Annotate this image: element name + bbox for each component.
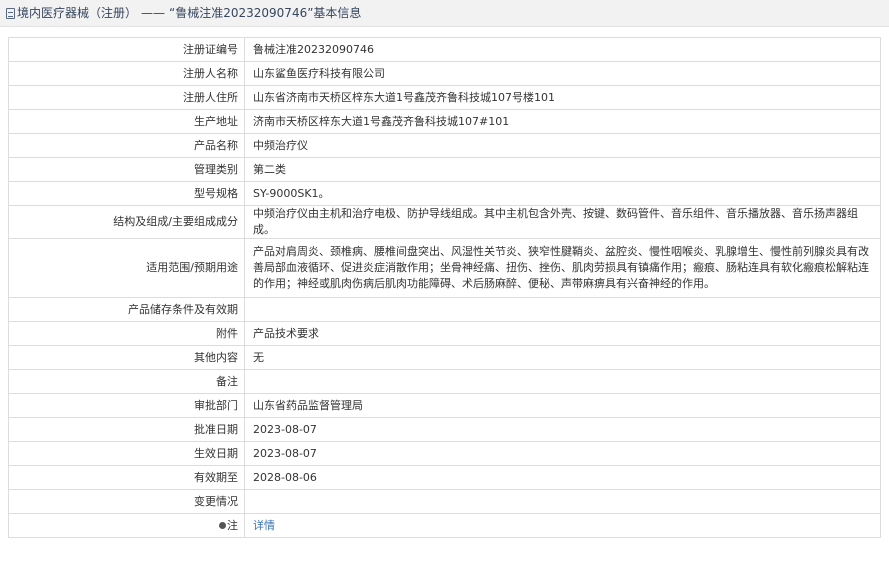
row-value: SY-9000SK1。 [244,181,881,206]
table-row: 生产地址 济南市天桥区梓东大道1号鑫茂齐鲁科技城107#101 [8,109,881,134]
row-value: 2023-08-07 [244,417,881,442]
table-row: 批准日期 2023-08-07 [8,417,881,442]
table-row: 附件 产品技术要求 [8,321,881,346]
row-label: 变更情况 [8,489,245,514]
row-value: 济南市天桥区梓东大道1号鑫茂齐鲁科技城107#101 [244,109,881,134]
table-row: 产品名称 中频治疗仪 [8,133,881,158]
table-row: 结构及组成/主要组成成分 中频治疗仪由主机和治疗电极、防护导线组成。其中主机包含… [8,205,881,239]
note-label-text: 注 [227,518,238,532]
row-label: 备注 [8,369,245,394]
row-value: 中频治疗仪 [244,133,881,158]
table-row: 产品储存条件及有效期 [8,297,881,322]
row-value: 2028-08-06 [244,465,881,490]
header-separator: —— [141,6,166,20]
row-value: 山东省济南市天桥区梓东大道1号鑫茂齐鲁科技城107号楼101 [244,85,881,110]
bullet-icon [219,521,226,529]
note-value: 详情 [244,513,881,538]
table-row: 注册证编号 鲁械注准20232090746 [8,37,881,62]
row-label: 注册人名称 [8,61,245,86]
table-row: 注 详情 [8,513,881,538]
table-row: 备注 [8,369,881,394]
row-value: 无 [244,345,881,370]
row-value: 产品技术要求 [244,321,881,346]
row-label: 注册证编号 [8,37,245,62]
row-label: 其他内容 [8,345,245,370]
breadcrumb: 境内医疗器械（注册） [17,6,138,20]
table-row: 审批部门 山东省药品监督管理局 [8,393,881,418]
page-header: 境内医疗器械（注册） —— “鲁械注准20232090746”基本信息 [0,0,889,27]
row-value: 第二类 [244,157,881,182]
row-label: 生产地址 [8,109,245,134]
row-label: 适用范围/预期用途 [8,238,245,298]
row-label: 型号规格 [8,181,245,206]
row-label: 附件 [8,321,245,346]
note-label: 注 [8,513,245,538]
table-row: 注册人名称 山东鲨鱼医疗科技有限公司 [8,61,881,86]
table-row: 变更情况 [8,489,881,514]
row-value [244,369,881,394]
row-value: 山东鲨鱼医疗科技有限公司 [244,61,881,86]
row-label: 结构及组成/主要组成成分 [8,205,245,239]
row-label: 产品储存条件及有效期 [8,297,245,322]
table-row: 有效期至 2028-08-06 [8,465,881,490]
row-label: 批准日期 [8,417,245,442]
row-value: 鲁械注准20232090746 [244,37,881,62]
page-title: “鲁械注准20232090746”基本信息 [169,6,362,20]
row-value: 山东省药品监督管理局 [244,393,881,418]
table-row: 其他内容 无 [8,345,881,370]
table-row: 生效日期 2023-08-07 [8,441,881,466]
details-link[interactable]: 详情 [253,519,275,532]
row-label: 产品名称 [8,133,245,158]
table-row: 注册人住所 山东省济南市天桥区梓东大道1号鑫茂齐鲁科技城107号楼101 [8,85,881,110]
info-table: 注册证编号 鲁械注准20232090746 注册人名称 山东鲨鱼医疗科技有限公司… [8,37,881,538]
row-value [244,489,881,514]
row-label: 有效期至 [8,465,245,490]
row-label: 审批部门 [8,393,245,418]
row-label: 生效日期 [8,441,245,466]
row-label: 注册人住所 [8,85,245,110]
row-value [244,297,881,322]
row-value: 2023-08-07 [244,441,881,466]
table-row: 管理类别 第二类 [8,157,881,182]
document-icon [6,8,15,19]
table-row: 适用范围/预期用途 产品对肩周炎、颈椎病、腰椎间盘突出、风湿性关节炎、狭窄性腱鞘… [8,238,881,298]
row-label: 管理类别 [8,157,245,182]
row-value: 中频治疗仪由主机和治疗电极、防护导线组成。其中主机包含外壳、按键、数码管件、音乐… [244,205,881,239]
table-row: 型号规格 SY-9000SK1。 [8,181,881,206]
row-value: 产品对肩周炎、颈椎病、腰椎间盘突出、风湿性关节炎、狭窄性腱鞘炎、盆腔炎、慢性咽喉… [244,238,881,298]
